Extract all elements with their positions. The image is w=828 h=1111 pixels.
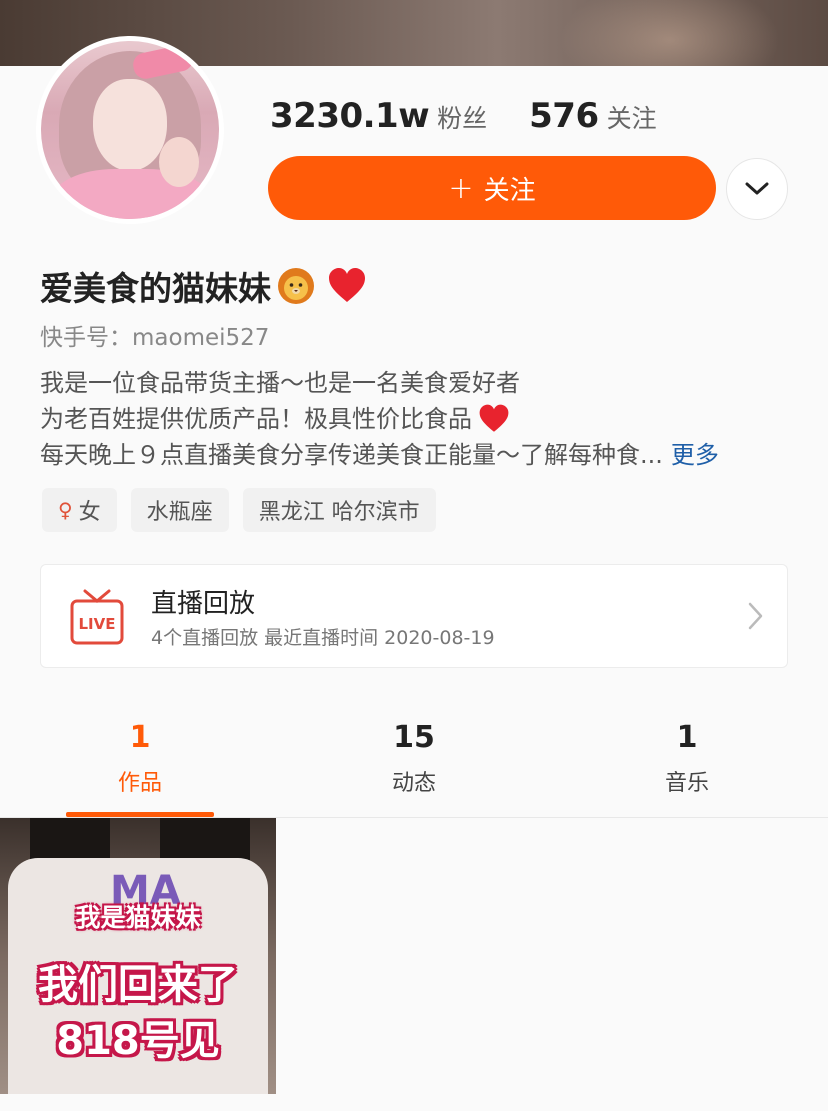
avatar-face <box>93 79 167 171</box>
plus-icon: + <box>448 170 474 206</box>
account-id-label: 快手号： <box>40 325 132 351</box>
tab-works-label: 作品 <box>117 771 162 796</box>
bio-line-2: 为老百姓提供优质产品！极具性价比食品 <box>40 405 472 433</box>
tab-music-count: 1 <box>676 720 698 755</box>
followers-count[interactable]: 3230.1w <box>270 96 430 136</box>
tab-works-count: 1 <box>129 720 151 755</box>
live-replay-card[interactable]: LIVE 直播回放 4个直播回放 最近直播时间 2020-08-19 <box>40 564 788 668</box>
chevron-down-icon <box>745 182 769 195</box>
live-replay-subtitle: 4个直播回放 最近直播时间 2020-08-19 <box>151 627 495 649</box>
chevron-right-icon <box>748 602 763 630</box>
thumbnail-caption-3: 818号见 <box>56 1018 220 1064</box>
followers-label[interactable]: 粉丝 <box>437 99 487 135</box>
tag-zodiac: 水瓶座 <box>130 488 229 532</box>
tab-works[interactable]: 1 作品 <box>70 720 210 797</box>
profile-tags: ♀ 女 水瓶座 黑龙江 哈尔滨市 <box>42 488 450 532</box>
live-tv-icon: LIVE <box>70 589 124 645</box>
live-replay-title: 直播回放 <box>151 589 256 619</box>
content-tabs: 1 作品 15 动态 1 音乐 <box>0 710 828 818</box>
profile-stats: 3230.1w 粉丝 576 关注 <box>270 96 657 136</box>
red-heart-icon <box>478 403 510 435</box>
nickname: 爱美食的猫妹妹 <box>40 262 367 310</box>
thumbnail-caption-1: 我是猫妹妹 <box>75 903 201 932</box>
nickname-text: 爱美食的猫妹妹 <box>40 269 271 308</box>
tab-moments-label: 动态 <box>391 771 436 796</box>
tab-music[interactable]: 1 音乐 <box>617 720 757 797</box>
bio-line-1: 我是一位食品带货主播～也是一名美食爱好者 <box>40 369 520 397</box>
tag-gender: ♀ 女 <box>42 488 117 532</box>
live-icon-text: LIVE <box>79 615 116 633</box>
avatar[interactable] <box>36 36 224 224</box>
lion-face-icon <box>277 267 315 305</box>
account-id-value: maomei527 <box>132 325 270 351</box>
bio-line: 为老百姓提供优质产品！极具性价比食品 <box>40 401 790 437</box>
bio-line: 我是一位食品带货主播～也是一名美食爱好者 <box>40 365 790 401</box>
tag-location: 黑龙江 哈尔滨市 <box>242 488 436 532</box>
bio-line: 每天晚上９点直播美食分享传递美食正能量～了解每种食... 更多 <box>40 437 790 473</box>
tab-music-label: 音乐 <box>664 771 709 796</box>
avatar-bow <box>130 43 196 81</box>
active-tab-indicator <box>66 812 214 817</box>
account-id[interactable]: 快手号：maomei527 <box>40 318 269 352</box>
avatar-hand <box>159 137 199 187</box>
female-icon: ♀ <box>58 498 73 522</box>
thumbnail-caption-2: 我们回来了 <box>38 962 238 1008</box>
avatar-photo <box>41 41 219 219</box>
more-options-button[interactable] <box>726 158 788 220</box>
bio-more-link[interactable]: 更多 <box>671 437 719 473</box>
follow-button-label: 关注 <box>483 175 536 206</box>
tab-moments[interactable]: 15 动态 <box>344 720 484 797</box>
work-thumbnail[interactable]: MA 我是猫妹妹 我们回来了 818号见 <box>0 818 276 1094</box>
follow-button[interactable]: + 关注 <box>268 156 716 220</box>
tab-moments-count: 15 <box>393 720 435 755</box>
bio: 我是一位食品带货主播～也是一名美食爱好者 为老百姓提供优质产品！极具性价比食品 … <box>40 365 790 473</box>
tag-location-label: 黑龙江 哈尔滨市 <box>258 500 420 525</box>
red-heart-icon <box>327 266 367 306</box>
following-label[interactable]: 关注 <box>607 99 657 135</box>
following-count[interactable]: 576 <box>529 96 599 136</box>
tag-zodiac-label: 水瓶座 <box>146 500 213 525</box>
tag-gender-label: 女 <box>78 500 101 525</box>
bio-line-3: 每天晚上９点直播美食分享传递美食正能量～了解每种食... <box>40 441 663 469</box>
